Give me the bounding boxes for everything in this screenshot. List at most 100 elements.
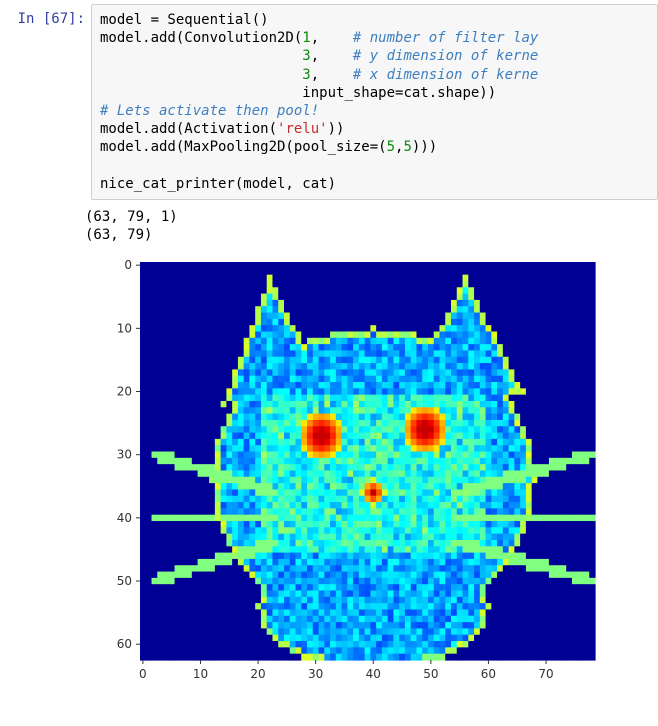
heatmap-cell bbox=[445, 395, 451, 402]
heatmap-cell bbox=[255, 553, 261, 560]
heatmap-cell bbox=[422, 553, 428, 560]
heatmap-cell bbox=[382, 584, 388, 591]
heatmap-cell bbox=[514, 528, 520, 535]
heatmap-cell bbox=[543, 483, 549, 490]
heatmap-cell bbox=[566, 401, 572, 408]
heatmap-cell bbox=[365, 363, 371, 370]
heatmap-cell bbox=[307, 306, 313, 313]
heatmap-cell bbox=[359, 572, 365, 579]
heatmap-cell bbox=[439, 269, 445, 276]
heatmap-cell bbox=[480, 635, 486, 642]
heatmap-cell bbox=[514, 382, 520, 389]
heatmap-cell bbox=[486, 654, 492, 661]
heatmap-cell bbox=[376, 351, 382, 358]
heatmap-cell bbox=[267, 565, 273, 572]
heatmap-cell bbox=[463, 553, 469, 560]
heatmap-cell bbox=[514, 275, 520, 282]
heatmap-cell bbox=[175, 616, 181, 623]
heatmap-cell bbox=[203, 325, 209, 332]
heatmap-cell bbox=[255, 597, 261, 604]
heatmap-cell bbox=[572, 269, 578, 276]
heatmap-cell bbox=[330, 338, 336, 345]
heatmap-cell bbox=[347, 389, 353, 396]
heatmap-cell bbox=[434, 635, 440, 642]
heatmap-cell bbox=[261, 351, 267, 358]
heatmap-cell bbox=[313, 401, 319, 408]
heatmap-cell bbox=[313, 648, 319, 655]
heatmap-cell bbox=[226, 629, 232, 636]
heatmap-cell bbox=[209, 458, 215, 465]
heatmap-cell bbox=[376, 483, 382, 490]
heatmap-cell bbox=[399, 275, 405, 282]
heatmap-cell bbox=[457, 338, 463, 345]
heatmap-cell bbox=[336, 275, 342, 282]
heatmap-cell bbox=[140, 439, 146, 446]
heatmap-cell bbox=[543, 414, 549, 421]
heatmap-cell bbox=[313, 635, 319, 642]
heatmap-cell bbox=[261, 553, 267, 560]
heatmap-cell bbox=[422, 414, 428, 421]
heatmap-cell bbox=[560, 496, 566, 503]
heatmap-cell bbox=[175, 363, 181, 370]
heatmap-cell bbox=[405, 452, 411, 459]
heatmap-cell bbox=[290, 464, 296, 471]
heatmap-cell bbox=[457, 534, 463, 541]
heatmap-cell bbox=[480, 262, 486, 269]
heatmap-cell bbox=[255, 351, 261, 358]
heatmap-cell bbox=[238, 351, 244, 358]
heatmap-cell bbox=[578, 584, 584, 591]
heatmap-cell bbox=[330, 565, 336, 572]
heatmap-cell bbox=[589, 439, 595, 446]
heatmap-cell bbox=[203, 490, 209, 497]
heatmap-cell bbox=[566, 262, 572, 269]
heatmap-cell bbox=[180, 540, 186, 547]
heatmap-cell bbox=[140, 351, 146, 358]
heatmap-cell bbox=[152, 313, 158, 320]
heatmap-cell bbox=[514, 458, 520, 465]
heatmap-cell bbox=[560, 269, 566, 276]
heatmap-cell bbox=[267, 338, 273, 345]
heatmap-cell bbox=[192, 433, 198, 440]
heatmap-cell bbox=[284, 547, 290, 554]
heatmap-cell bbox=[336, 389, 342, 396]
heatmap-cell bbox=[520, 490, 526, 497]
heatmap-cell bbox=[405, 382, 411, 389]
heatmap-cell bbox=[336, 370, 342, 377]
heatmap-cell bbox=[272, 622, 278, 629]
heatmap-cell bbox=[192, 464, 198, 471]
heatmap-cell bbox=[434, 458, 440, 465]
heatmap-cell bbox=[388, 458, 394, 465]
heatmap-cell bbox=[382, 420, 388, 427]
heatmap-cell bbox=[537, 275, 543, 282]
heatmap-cell bbox=[416, 401, 422, 408]
heatmap-cell bbox=[319, 641, 325, 648]
heatmap-cell bbox=[497, 572, 503, 579]
heatmap-cell bbox=[370, 458, 376, 465]
heatmap-cell bbox=[566, 420, 572, 427]
heatmap-cell bbox=[180, 547, 186, 554]
heatmap-cell bbox=[272, 559, 278, 566]
heatmap-cell bbox=[209, 382, 215, 389]
heatmap-cell bbox=[221, 528, 227, 535]
heatmap-cell bbox=[560, 445, 566, 452]
heatmap-cell bbox=[497, 502, 503, 509]
code-input[interactable]: model = Sequential() model.add(Convoluti… bbox=[91, 4, 658, 200]
code-line: model = Sequential() bbox=[100, 12, 269, 28]
heatmap-cell bbox=[439, 332, 445, 339]
heatmap-cell bbox=[555, 471, 561, 478]
heatmap-cell bbox=[416, 408, 422, 415]
heatmap-cell bbox=[491, 332, 497, 339]
heatmap-cell bbox=[359, 433, 365, 440]
heatmap-cell bbox=[186, 338, 192, 345]
heatmap-cell bbox=[411, 313, 417, 320]
heatmap-cell bbox=[347, 521, 353, 528]
heatmap-cell bbox=[249, 338, 255, 345]
heatmap-cell bbox=[186, 445, 192, 452]
heatmap-cell bbox=[307, 483, 313, 490]
heatmap-cell bbox=[347, 509, 353, 516]
heatmap-cell bbox=[405, 641, 411, 648]
heatmap-cell bbox=[497, 357, 503, 364]
heatmap-cell bbox=[555, 648, 561, 655]
heatmap-cell bbox=[532, 325, 538, 332]
heatmap-cell bbox=[353, 382, 359, 389]
